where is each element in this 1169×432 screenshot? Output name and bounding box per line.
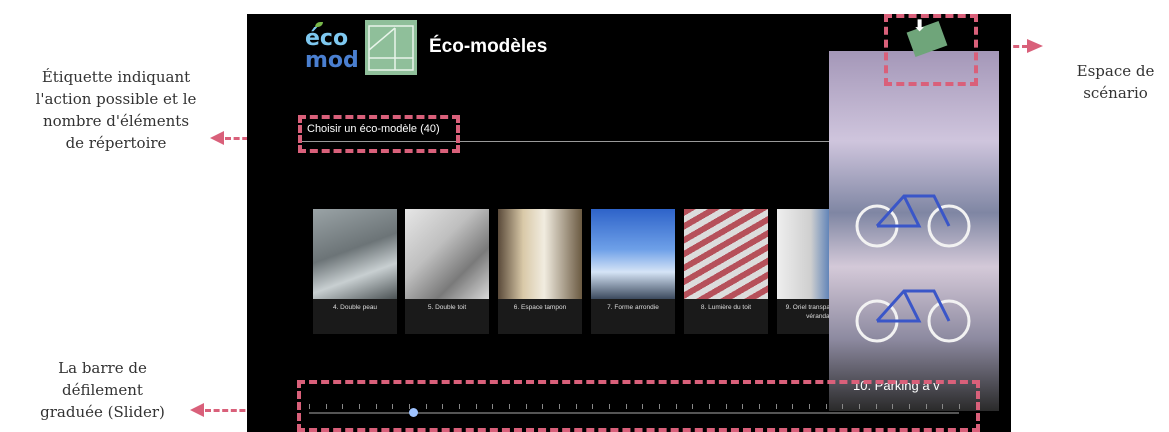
- annotation-line: défilement: [62, 381, 143, 399]
- model-image: [684, 209, 768, 299]
- model-caption: 8. Lumière du toit: [684, 299, 768, 334]
- app-title: Éco-modèles: [429, 36, 548, 57]
- model-tile[interactable]: 6. Espace tampon: [498, 209, 582, 334]
- annotation-line: Espace de: [1076, 62, 1155, 80]
- arrow-left-icon: [210, 131, 224, 145]
- scenario-space[interactable]: 10. Parking à v: [829, 51, 999, 411]
- annotation-line: graduée (Slider): [40, 403, 165, 421]
- model-caption: 7. Forme arrondie: [591, 299, 675, 334]
- annotation-slider-note: La barre de défilement graduée (Slider): [0, 357, 205, 423]
- slider-highlight-box: [297, 380, 980, 432]
- model-image: [405, 209, 489, 299]
- annotation-line: de répertoire: [65, 134, 167, 152]
- model-image: [498, 209, 582, 299]
- bicycle-icon: [855, 289, 971, 343]
- annotation-line: scénario: [1083, 84, 1148, 102]
- annotation-line: Étiquette indiquant: [41, 68, 191, 86]
- model-caption: 4. Double peau: [313, 299, 397, 334]
- label-highlight-box: [298, 115, 460, 153]
- arrow-right-icon: [1027, 39, 1043, 53]
- annotation-scenario-note: Espace de scénario: [1062, 60, 1169, 104]
- eco-mod-logo: éco mod: [305, 22, 360, 76]
- house-plan-icon: [365, 20, 417, 75]
- model-caption: 6. Espace tampon: [498, 299, 582, 334]
- model-tile[interactable]: 7. Forme arrondie: [591, 209, 675, 334]
- arrow-left-icon: [190, 403, 204, 417]
- annotation-line: nombre d'éléments: [42, 112, 190, 130]
- model-tile[interactable]: 5. Double toit: [405, 209, 489, 334]
- model-tile[interactable]: 8. Lumière du toit: [684, 209, 768, 334]
- logo-bottom-text: mod: [305, 48, 359, 73]
- model-tile[interactable]: 4. Double peau: [313, 209, 397, 334]
- model-caption: 5. Double toit: [405, 299, 489, 334]
- annotation-line: La barre de: [58, 359, 147, 377]
- scenario-highlight-box: [884, 14, 978, 86]
- model-image: [591, 209, 675, 299]
- bicycle-icon: [855, 194, 971, 248]
- annotation-line: l'action possible et le: [35, 90, 197, 108]
- model-image: [313, 209, 397, 299]
- annotation-label-note: Étiquette indiquant l'action possible et…: [0, 66, 232, 154]
